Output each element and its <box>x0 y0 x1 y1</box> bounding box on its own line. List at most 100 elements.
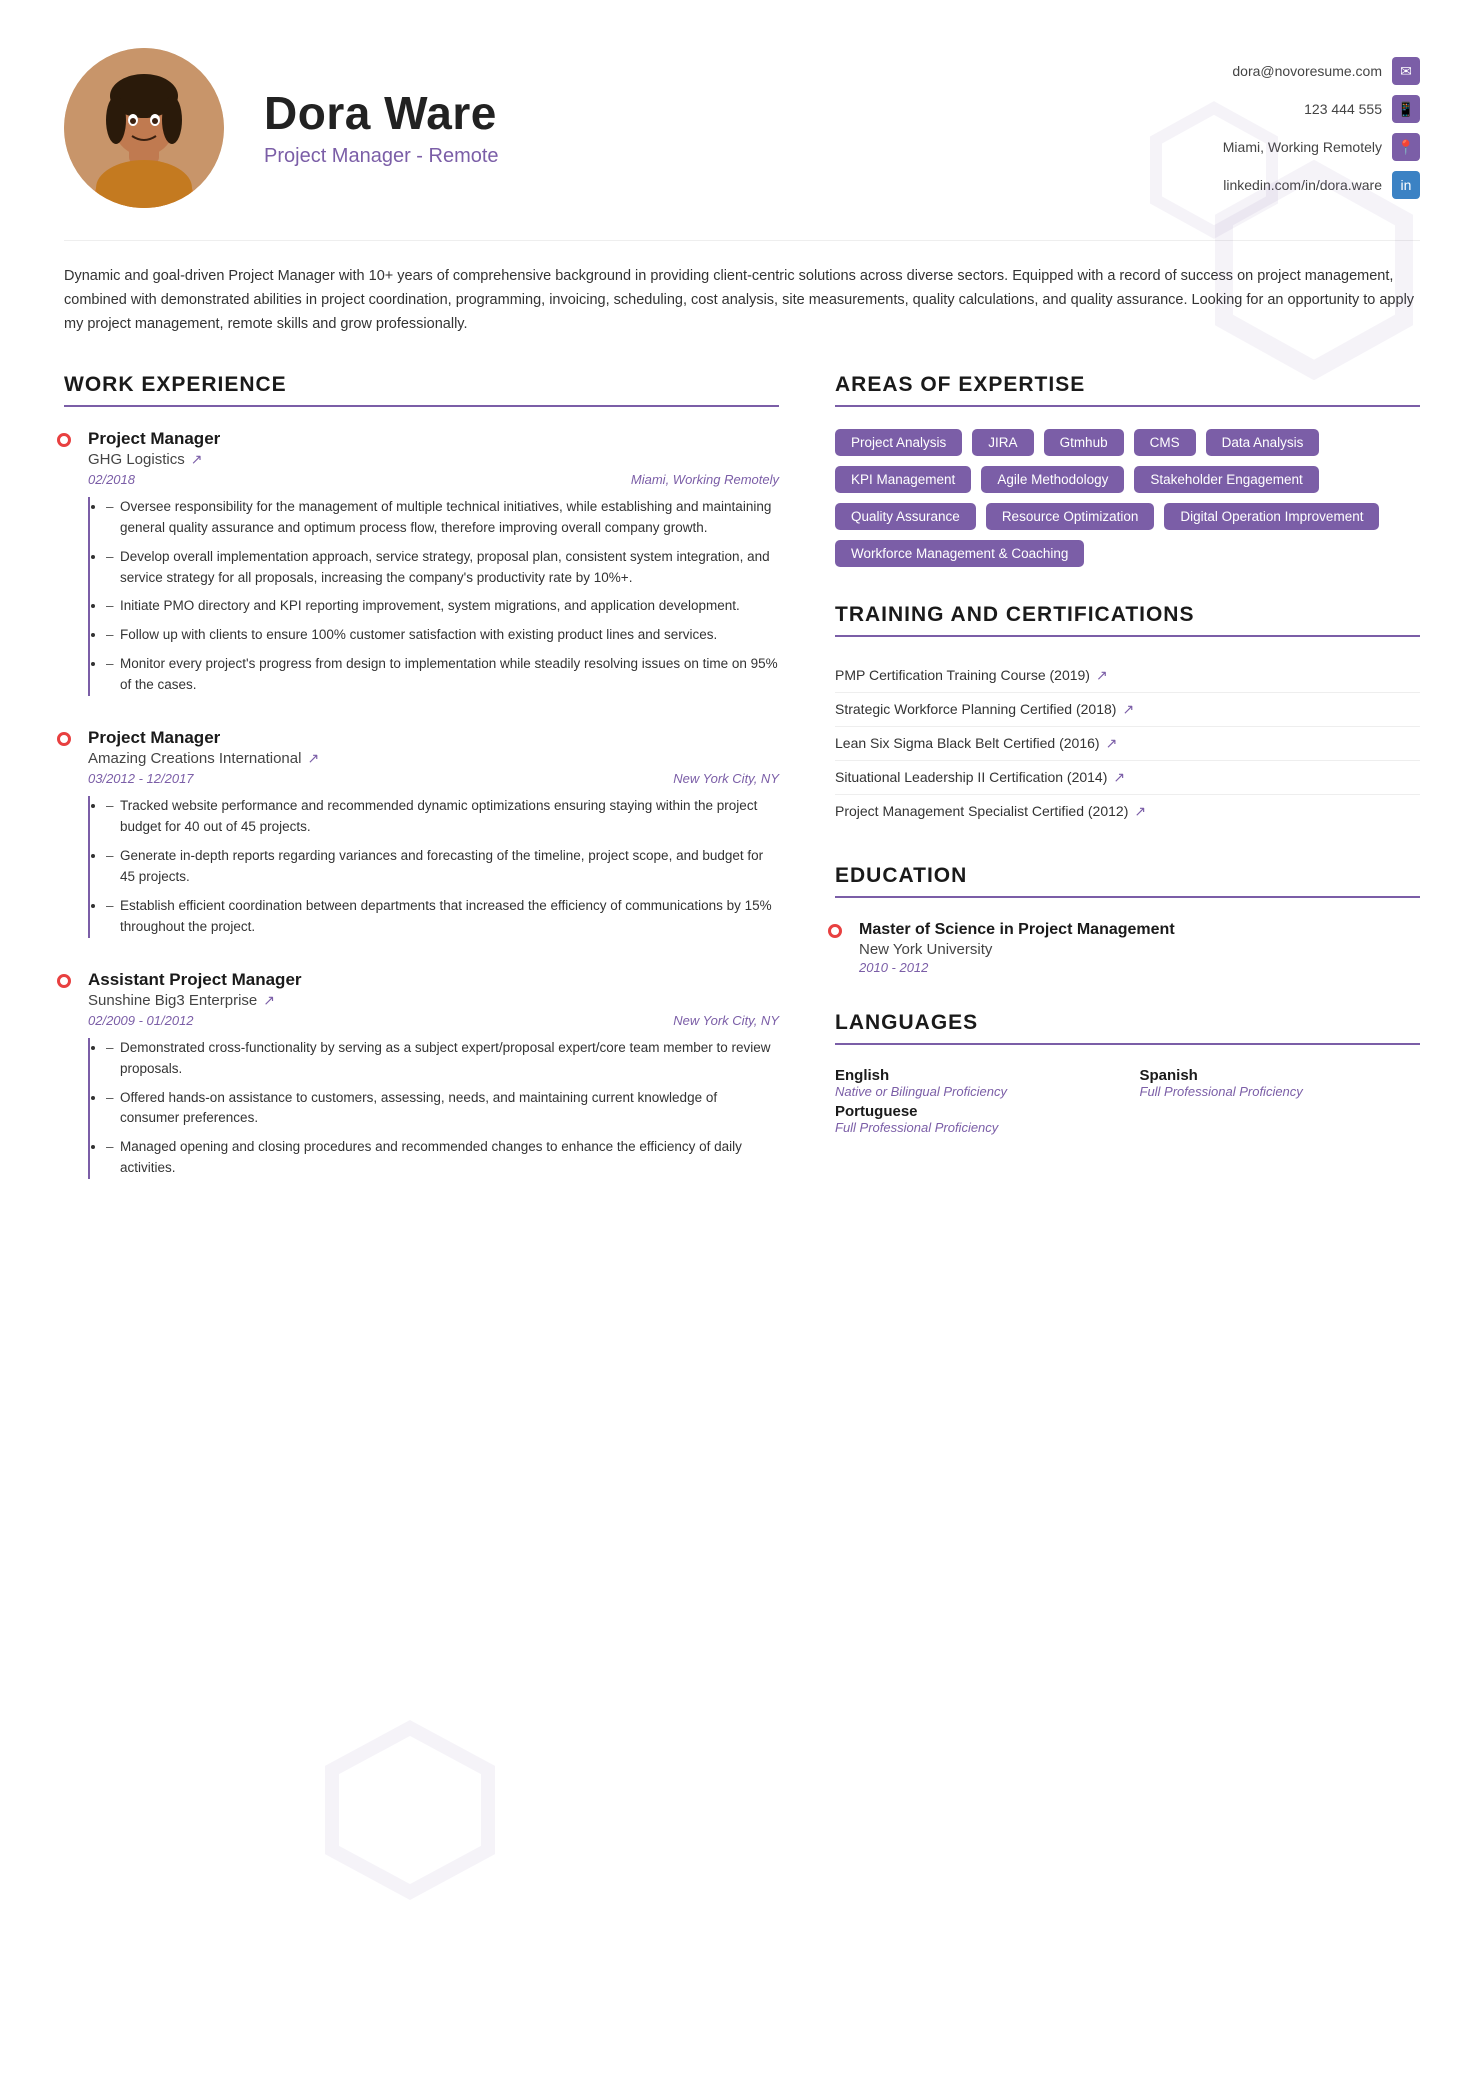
header-name-block: Dora Ware Project Manager - Remote <box>264 88 1060 168</box>
job-2-location: New York City, NY <box>673 771 779 786</box>
job-1-dates: 02/2018 <box>88 472 135 487</box>
contact-location: Miami, Working Remotely 📍 <box>1223 133 1420 161</box>
languages-grid: English Native or Bilingual Proficiency … <box>835 1067 1420 1099</box>
job-2: Project Manager Amazing Creations Intern… <box>64 728 779 938</box>
mail-icon: ✉ <box>1392 57 1420 85</box>
tag-8: Quality Assurance <box>835 503 976 530</box>
education-section: EDUCATION Master of Science in Project M… <box>835 864 1420 975</box>
job-1-ext-link[interactable]: ↗ <box>191 451 203 468</box>
job-2-company: Amazing Creations International ↗ <box>88 750 779 767</box>
tag-2: Gtmhub <box>1044 429 1124 456</box>
job-3-ext-link[interactable]: ↗ <box>263 992 275 1009</box>
contact-info: dora@novoresume.com ✉ 123 444 555 📱 Miam… <box>1100 57 1420 199</box>
edu-dot-0 <box>828 924 842 938</box>
job-1-title: Project Manager <box>88 429 779 449</box>
job-1-bullet-3: Initiate PMO directory and KPI reporting… <box>106 596 779 617</box>
job-2-bullet-1: Tracked website performance and recommen… <box>106 796 779 838</box>
lang-1: Spanish Full Professional Proficiency <box>1140 1067 1421 1099</box>
candidate-name: Dora Ware <box>264 88 1060 139</box>
linkedin-icon: in <box>1392 171 1420 199</box>
tag-1: JIRA <box>972 429 1033 456</box>
job-1-dot <box>57 433 71 447</box>
job-3-meta: 02/2009 - 01/2012 New York City, NY <box>88 1013 779 1028</box>
left-column: WORK EXPERIENCE Project Manager GHG Logi… <box>64 373 779 1211</box>
job-1-meta: 02/2018 Miami, Working Remotely <box>88 472 779 487</box>
training-4-link[interactable]: ↗ <box>1134 803 1146 820</box>
training-item-2: Lean Six Sigma Black Belt Certified (201… <box>835 727 1420 761</box>
edu-dates-0: 2010 - 2012 <box>859 960 1420 975</box>
header-section: Dora Ware Project Manager - Remote dora@… <box>64 48 1420 208</box>
avatar <box>64 48 224 208</box>
edu-item-0: Master of Science in Project Management … <box>835 920 1420 975</box>
candidate-title: Project Manager - Remote <box>264 145 1060 168</box>
job-2-dot <box>57 732 71 746</box>
location-icon: 📍 <box>1392 133 1420 161</box>
contact-email: dora@novoresume.com ✉ <box>1232 57 1420 85</box>
job-3-company: Sunshine Big3 Enterprise ↗ <box>88 992 779 1009</box>
job-2-ext-link[interactable]: ↗ <box>307 750 319 767</box>
tag-10: Digital Operation Improvement <box>1164 503 1379 530</box>
lang-2: Portuguese Full Professional Proficiency <box>835 1103 1420 1135</box>
job-1-location: Miami, Working Remotely <box>631 472 779 487</box>
job-1-bullet-4: Follow up with clients to ensure 100% cu… <box>106 625 779 646</box>
job-1-bullet-1: Oversee responsibility for the managemen… <box>106 497 779 539</box>
training-1-link[interactable]: ↗ <box>1122 701 1134 718</box>
linkedin-label: linkedin.com/in/dora.ware <box>1223 177 1382 193</box>
email-label: dora@novoresume.com <box>1232 63 1382 79</box>
tag-5: KPI Management <box>835 466 971 493</box>
phone-label: 123 444 555 <box>1304 101 1382 117</box>
resume-container: Dora Ware Project Manager - Remote dora@… <box>0 0 1484 2100</box>
edu-school-0: New York University <box>859 941 1420 958</box>
summary-section: Dynamic and goal-driven Project Manager … <box>64 240 1420 337</box>
training-item-1: Strategic Workforce Planning Certified (… <box>835 693 1420 727</box>
job-2-bullets: Tracked website performance and recommen… <box>88 796 779 938</box>
job-1-bullet-5: Monitor every project's progress from de… <box>106 654 779 696</box>
work-experience-title: WORK EXPERIENCE <box>64 373 779 407</box>
job-1: Project Manager GHG Logistics ↗ 02/2018 … <box>64 429 779 696</box>
job-3-bullets: Demonstrated cross-functionality by serv… <box>88 1038 779 1180</box>
job-3-bullet-2: Offered hands-on assistance to customers… <box>106 1088 779 1130</box>
training-0-link[interactable]: ↗ <box>1096 667 1108 684</box>
tag-9: Resource Optimization <box>986 503 1155 530</box>
training-list: PMP Certification Training Course (2019)… <box>835 659 1420 828</box>
job-3-dates: 02/2009 - 01/2012 <box>88 1013 194 1028</box>
tag-3: CMS <box>1134 429 1196 456</box>
training-item-0: PMP Certification Training Course (2019)… <box>835 659 1420 693</box>
training-title: TRAINING AND CERTIFICATIONS <box>835 603 1420 637</box>
job-1-bullets: Oversee responsibility for the managemen… <box>88 497 779 696</box>
training-3-link[interactable]: ↗ <box>1113 769 1125 786</box>
job-2-bullet-2: Generate in-depth reports regarding vari… <box>106 846 779 888</box>
job-2-dates: 03/2012 - 12/2017 <box>88 771 194 786</box>
job-3-dot <box>57 974 71 988</box>
training-2-link[interactable]: ↗ <box>1106 735 1118 752</box>
job-3-title: Assistant Project Manager <box>88 970 779 990</box>
expertise-tags: Project Analysis JIRA Gtmhub CMS Data An… <box>835 429 1420 567</box>
lang-0: English Native or Bilingual Proficiency <box>835 1067 1116 1099</box>
tag-11: Workforce Management & Coaching <box>835 540 1084 567</box>
right-column: AREAS OF EXPERTISE Project Analysis JIRA… <box>835 373 1420 1211</box>
job-2-bullet-3: Establish efficient coordination between… <box>106 896 779 938</box>
tag-4: Data Analysis <box>1206 429 1320 456</box>
job-3-bullet-1: Demonstrated cross-functionality by serv… <box>106 1038 779 1080</box>
job-3: Assistant Project Manager Sunshine Big3 … <box>64 970 779 1180</box>
job-2-meta: 03/2012 - 12/2017 New York City, NY <box>88 771 779 786</box>
languages-title: LANGUAGES <box>835 1011 1420 1045</box>
expertise-section: AREAS OF EXPERTISE Project Analysis JIRA… <box>835 373 1420 567</box>
job-3-location: New York City, NY <box>673 1013 779 1028</box>
edu-degree-0: Master of Science in Project Management <box>859 920 1420 941</box>
education-title: EDUCATION <box>835 864 1420 898</box>
two-column-layout: WORK EXPERIENCE Project Manager GHG Logi… <box>64 373 1420 1211</box>
contact-phone: 123 444 555 📱 <box>1304 95 1420 123</box>
training-section: TRAINING AND CERTIFICATIONS PMP Certific… <box>835 603 1420 828</box>
job-1-bullet-2: Develop overall implementation approach,… <box>106 547 779 589</box>
job-2-title: Project Manager <box>88 728 779 748</box>
tag-7: Stakeholder Engagement <box>1134 466 1318 493</box>
job-3-bullet-3: Managed opening and closing procedures a… <box>106 1137 779 1179</box>
phone-icon: 📱 <box>1392 95 1420 123</box>
location-label: Miami, Working Remotely <box>1223 139 1382 155</box>
expertise-title: AREAS OF EXPERTISE <box>835 373 1420 407</box>
summary-text: Dynamic and goal-driven Project Manager … <box>64 268 1414 332</box>
contact-linkedin: linkedin.com/in/dora.ware in <box>1223 171 1420 199</box>
languages-section: LANGUAGES English Native or Bilingual Pr… <box>835 1011 1420 1135</box>
tag-6: Agile Methodology <box>981 466 1124 493</box>
